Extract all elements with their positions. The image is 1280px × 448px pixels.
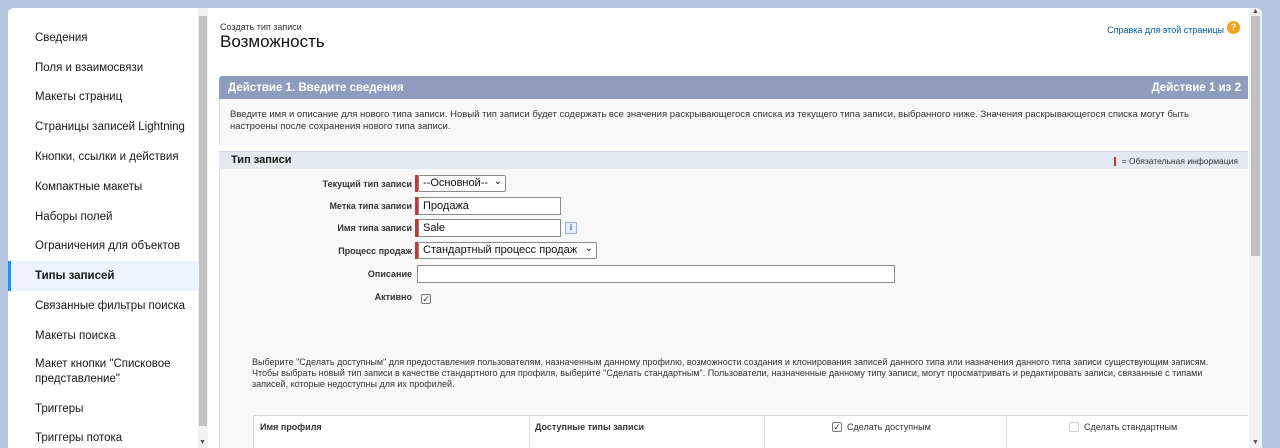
- row-current-type: Текущий тип записи --Основной-- ⌄: [220, 175, 1248, 195]
- sidebar-scrollbar[interactable]: ▼: [198, 8, 208, 448]
- form-area: Текущий тип записи --Основной-- ⌄ Метка т…: [219, 169, 1248, 448]
- make-available-checkbox[interactable]: ✓: [832, 422, 842, 432]
- scroll-down-arrow-icon[interactable]: ▼: [1252, 439, 1259, 446]
- sidebar-item-compact-layouts[interactable]: Компактные макеты: [8, 172, 198, 202]
- setup-sidebar: Сведения Поля и взаимосвязи Макеты стран…: [8, 8, 198, 448]
- profiles-table: Имя профиля Доступные типы записи ✓ Сдел…: [253, 415, 1248, 448]
- active-checkbox[interactable]: ✓: [421, 294, 431, 304]
- step-description: Введите имя и описание для нового типа з…: [219, 99, 1248, 145]
- sidebar-item-details[interactable]: Сведения: [8, 23, 198, 53]
- step-title: Действие 1. Введите сведения: [228, 81, 404, 94]
- column-divider: [1006, 416, 1007, 448]
- row-record-name: Имя типа записи Sale i: [220, 219, 1248, 239]
- sidebar-item-object-limits[interactable]: Ограничения для объектов: [8, 232, 198, 262]
- main-scrollbar[interactable]: ▲ ▼: [1249, 8, 1262, 448]
- step-progress: Действие 1 из 2: [1151, 81, 1241, 94]
- description-label: Описание: [367, 269, 412, 279]
- current-type-select[interactable]: --Основной-- ⌄: [418, 175, 506, 192]
- current-type-label: Текущий тип записи: [322, 179, 412, 189]
- page-title: Возможность: [220, 32, 325, 51]
- main-scroll-thumb[interactable]: [1251, 16, 1260, 256]
- description-input[interactable]: [417, 265, 895, 283]
- required-marker-icon: [415, 219, 418, 237]
- permissions-description: Выберите "Сделать доступным" для предост…: [252, 357, 1209, 389]
- required-legend: = Обязательная информация: [1113, 153, 1238, 170]
- make-default-header: Сделать стандартным: [1069, 422, 1177, 432]
- chevron-down-icon: ⌄: [584, 243, 593, 254]
- column-divider: [764, 416, 765, 448]
- scroll-down-arrow-icon[interactable]: ▼: [199, 439, 206, 446]
- col-available-types: Доступные типы записи: [535, 422, 645, 432]
- breadcrumb: Создать тип записи: [220, 22, 302, 32]
- sales-process-label: Процесс продаж: [338, 246, 412, 256]
- sidebar-item-page-layouts[interactable]: Макеты страниц: [8, 83, 198, 113]
- row-active: Активно ✓: [220, 288, 1248, 308]
- sidebar-item-list-view-button-layout[interactable]: Макет кнопки "Списковое представление": [8, 351, 198, 394]
- sales-process-select[interactable]: Стандартный процесс продаж ⌄: [418, 242, 597, 259]
- record-name-label: Имя типа записи: [337, 223, 412, 233]
- row-record-label: Метка типа записи Продажа: [220, 197, 1248, 217]
- make-default-checkbox[interactable]: [1069, 422, 1079, 432]
- chevron-down-icon: ⌄: [493, 176, 502, 187]
- info-icon[interactable]: i: [565, 222, 577, 234]
- section-header: Тип записи = Обязательная информация: [219, 151, 1248, 169]
- sidebar-item-buttons-links[interactable]: Кнопки, ссылки и действия: [8, 142, 198, 172]
- record-label-input[interactable]: Продажа: [418, 197, 561, 215]
- make-available-header: ✓ Сделать доступным: [832, 422, 931, 432]
- sidebar-item-field-sets[interactable]: Наборы полей: [8, 202, 198, 232]
- sidebar-item-flow-triggers[interactable]: Триггеры потока: [8, 424, 198, 448]
- question-circle-icon[interactable]: ?: [1227, 21, 1240, 34]
- app-frame: Сведения Поля и взаимосвязи Макеты стран…: [8, 8, 1262, 448]
- record-name-input[interactable]: Sale: [418, 219, 561, 237]
- scroll-up-arrow-icon[interactable]: ▲: [1252, 8, 1259, 15]
- step-header: Действие 1. Введите сведения Действие 1 …: [219, 76, 1248, 99]
- col-profile-name: Имя профиля: [260, 422, 322, 432]
- help-link[interactable]: Справка для этой страницы: [1107, 25, 1224, 35]
- required-marker-icon: [415, 197, 418, 215]
- sidebar-item-lightning-pages[interactable]: Страницы записей Lightning: [8, 112, 198, 142]
- sidebar-item-search-layouts[interactable]: Макеты поиска: [8, 321, 198, 351]
- sidebar-item-triggers[interactable]: Триггеры: [8, 394, 198, 424]
- sidebar-scroll-thumb[interactable]: [199, 16, 207, 426]
- sidebar-item-record-types[interactable]: Типы записей: [8, 261, 198, 292]
- active-label: Активно: [374, 292, 412, 302]
- record-label-label: Метка типа записи: [329, 201, 412, 211]
- sidebar-item-fields[interactable]: Поля и взаимосвязи: [8, 53, 198, 83]
- column-divider: [529, 416, 530, 448]
- row-description: Описание: [220, 265, 1248, 285]
- section-title: Тип записи: [231, 154, 292, 166]
- sidebar-item-lookup-filters[interactable]: Связанные фильтры поиска: [8, 291, 198, 321]
- main-content: Создать тип записи Возможность Справка д…: [208, 8, 1248, 448]
- row-sales-process: Процесс продаж Стандартный процесс прода…: [220, 242, 1248, 262]
- required-marker-icon: [1113, 157, 1116, 167]
